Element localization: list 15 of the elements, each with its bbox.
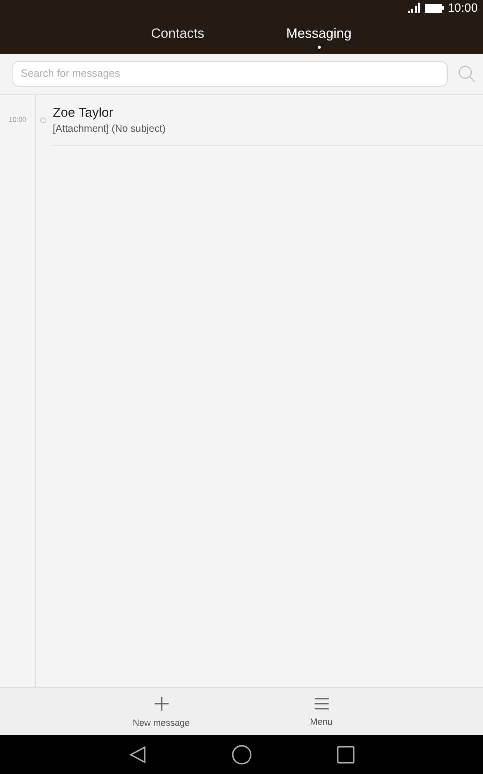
search-field[interactable]: Search for messages xyxy=(12,61,448,87)
action-button[interactable]: Menu xyxy=(276,688,366,735)
back-icon[interactable] xyxy=(128,746,146,764)
plus-icon xyxy=(154,696,170,712)
tab[interactable]: Messaging xyxy=(280,16,358,54)
home-icon[interactable] xyxy=(232,744,252,764)
recents-icon[interactable] xyxy=(336,746,354,764)
menu-icon xyxy=(314,696,330,710)
battery-icon xyxy=(424,4,444,12)
action-button[interactable]: New message xyxy=(116,688,206,735)
timeline-dot-icon xyxy=(40,117,47,124)
conversation-item[interactable]: Zoe Taylor [Attachment] (No subject) xyxy=(53,95,483,146)
signal-icon xyxy=(408,3,421,13)
tab[interactable]: Contacts xyxy=(145,16,210,54)
status-time: 10:00 xyxy=(448,1,478,15)
